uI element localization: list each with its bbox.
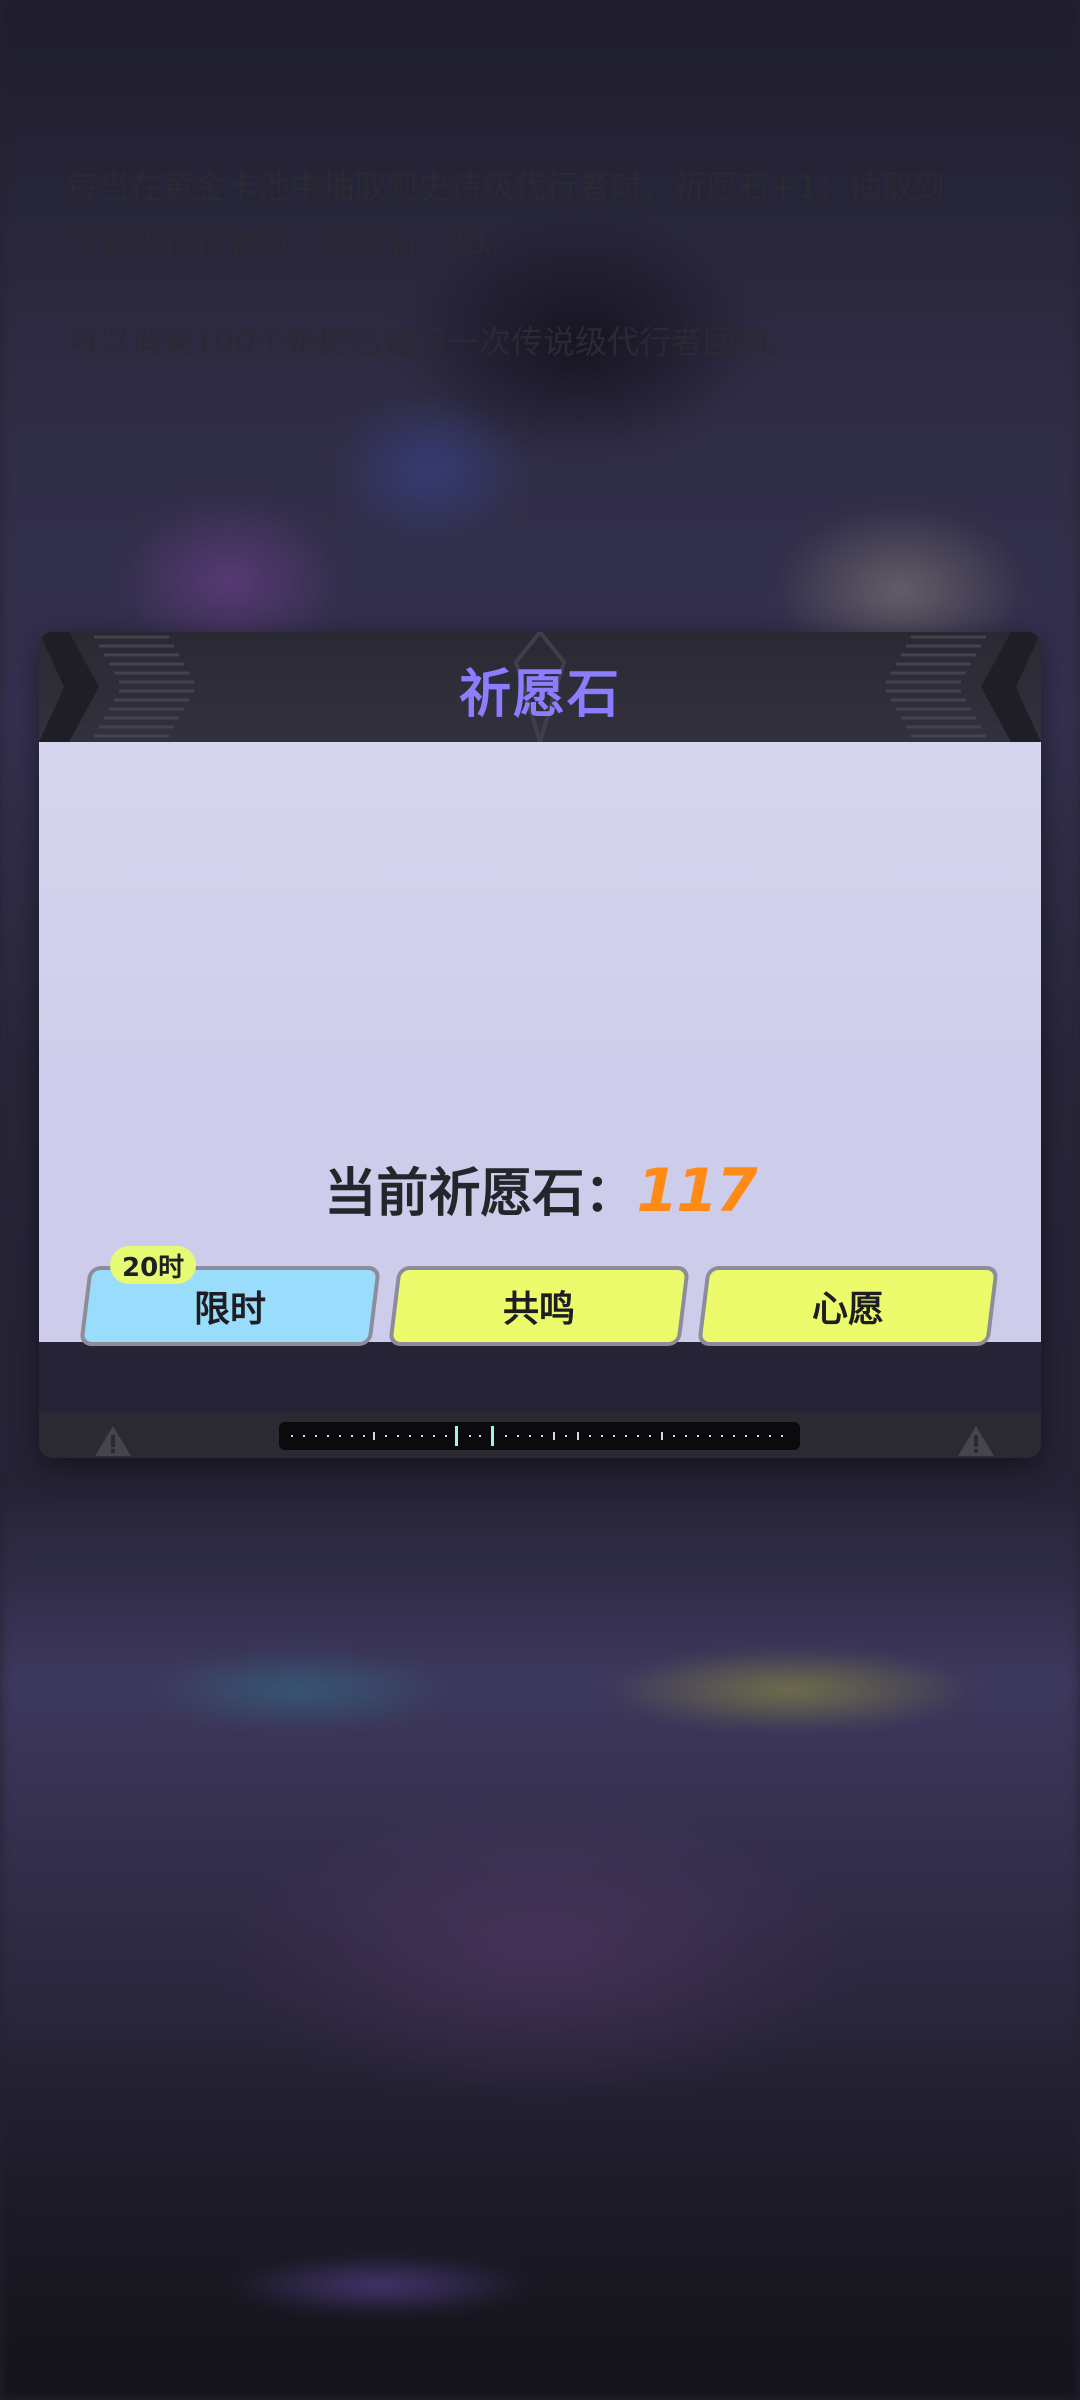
scale-indicator-bar [279, 1422, 800, 1450]
limited-button-label: 限时 [193, 1289, 266, 1330]
resonate-button[interactable]: 共鸣 [388, 1266, 690, 1346]
time-badge: 20时 [110, 1246, 197, 1284]
resonate-button-label: 共鸣 [502, 1289, 575, 1330]
wish-button[interactable]: 心愿 [697, 1266, 999, 1346]
current-wish-stone-label: 当前祈愿石： [324, 1164, 637, 1224]
dialog-footer [39, 1412, 1041, 1458]
current-wish-stone: 当前祈愿石：117 [0, 1151, 1080, 1226]
current-wish-stone-value: 117 [636, 1156, 757, 1226]
dialog-description: 每当在黄金卡池中抽取到史诗级代行者时，祈愿石+1；抽取到传说级代行者时，祈愿石+… [66, 160, 966, 370]
dialog-body [39, 742, 1041, 1042]
dialog-title: 祈愿石 [458, 665, 621, 725]
dialog-header: 祈愿石 [39, 632, 1041, 742]
warning-icon [95, 1426, 131, 1456]
description-paragraph: 可以消耗100个祈愿石进行一次传说级代行者回响。 [66, 323, 800, 361]
wish-button-label: 心愿 [811, 1289, 884, 1330]
warning-icon [958, 1426, 994, 1456]
description-paragraph: 每当在黄金卡池中抽取到史诗级代行者时，祈愿石+1；抽取到传说级代行者时，祈愿石+… [66, 168, 946, 261]
